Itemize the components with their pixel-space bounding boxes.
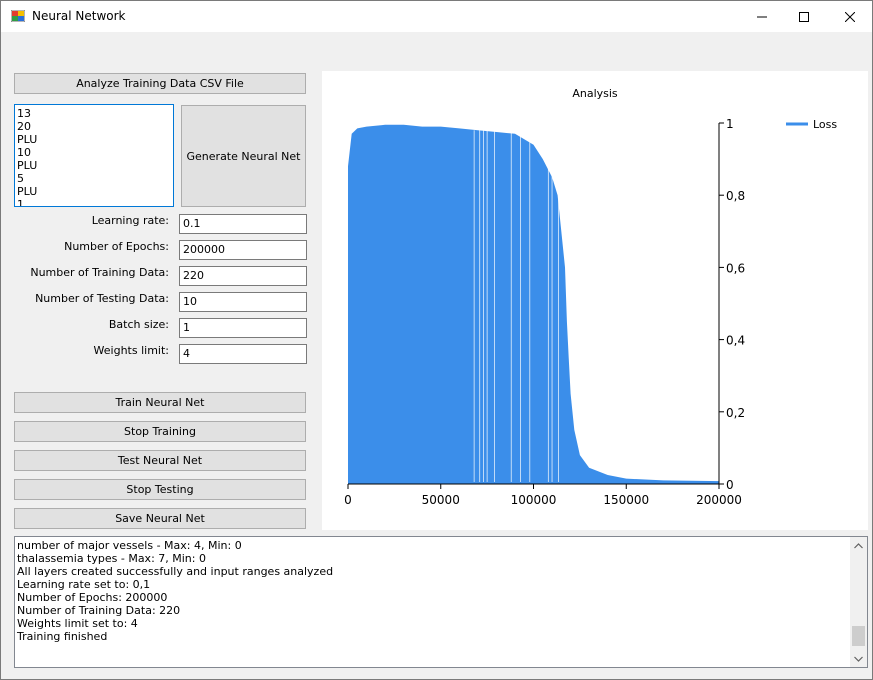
weights-limit-label: Weights limit: [93,344,169,357]
log-line: All layers created successfully and inpu… [17,565,334,578]
scroll-down-button[interactable] [850,650,867,667]
list-item[interactable]: 5 [17,172,171,185]
scroll-up-button[interactable] [850,537,867,554]
loss-series-area [348,124,719,485]
list-item[interactable]: PLU [17,159,171,172]
close-button[interactable] [827,1,872,32]
log-line: Weights limit set to: 4 [17,617,138,630]
y-tick-label: 0 [726,478,734,492]
list-item[interactable]: 1 [17,198,171,206]
log-line: Number of Training Data: 220 [17,604,181,617]
x-tick-label: 100000 [511,493,557,507]
chart-legend: Loss [786,118,837,131]
batch-size-field[interactable]: 1 [179,318,307,338]
close-icon [845,11,855,22]
y-tick-label: 0,6 [726,261,745,275]
stop-training-button[interactable]: Stop Training [14,421,306,442]
list-item[interactable]: PLU [17,185,171,198]
x-axis: 0 50000 100000 150000 200000 [344,483,742,507]
log-scrollbar[interactable] [850,537,867,667]
list-item[interactable]: 13 [17,107,171,120]
learning-rate-field[interactable]: 0.1 [179,214,307,234]
minimize-button[interactable] [739,1,785,32]
epochs-field[interactable]: 200000 [179,240,307,260]
minimize-icon [757,16,767,17]
legend-label-loss: Loss [813,118,837,131]
analysis-chart: Analysis 0 50000 100000 150000 200000 0 0,2 0,… [322,71,868,530]
save-neural-net-button[interactable]: Save Neural Net [14,508,306,529]
training-data-label: Number of Training Data: [30,266,169,279]
log-line: Training finished [17,630,108,643]
chevron-down-icon [854,656,863,662]
learning-rate-label: Learning rate: [91,214,169,227]
x-tick-label: 150000 [603,493,649,507]
main-window: Neural Network Analyze Training Data CSV… [0,0,873,680]
test-neural-net-button[interactable]: Test Neural Net [14,450,306,471]
maximize-icon [799,11,809,22]
chart-svg: Analysis 0 50000 100000 150000 200000 0 0,2 0,… [344,87,837,507]
y-tick-label: 0,2 [726,406,745,420]
testing-data-label: Number of Testing Data: [35,292,169,305]
x-tick-label: 0 [344,493,352,507]
scroll-thumb[interactable] [852,626,865,647]
y-axis: 0 0,2 0,4 0,6 0,8 1 [718,117,745,492]
stop-testing-button[interactable]: Stop Testing [14,479,306,500]
layer-listbox[interactable]: 13 20 PLU 10 PLU 5 PLU 1 [14,104,174,207]
window-title: Neural Network [32,9,126,23]
generate-neural-net-button[interactable]: Generate Neural Net [181,105,306,207]
y-tick-label: 0,8 [726,189,745,203]
x-tick-label: 50000 [422,493,460,507]
output-log[interactable]: number of major vessels - Max: 4, Min: 0… [14,536,868,668]
title-bar: Neural Network [1,1,872,32]
maximize-button[interactable] [781,1,827,32]
weights-limit-field[interactable]: 4 [179,344,307,364]
log-line: number of major vessels - Max: 4, Min: 0 [17,539,242,552]
list-item[interactable]: 20 [17,120,171,133]
log-line: Number of Epochs: 200000 [17,591,168,604]
log-lines: number of major vessels - Max: 4, Min: 0… [17,539,333,643]
training-data-field[interactable]: 220 [179,266,307,286]
analyze-csv-button[interactable]: Analyze Training Data CSV File [14,73,306,94]
x-tick-label: 200000 [696,493,742,507]
testing-data-field[interactable]: 10 [179,292,307,312]
list-item[interactable]: PLU [17,133,171,146]
log-line: Learning rate set to: 0,1 [17,578,151,591]
y-tick-label: 1 [726,117,734,131]
epochs-label: Number of Epochs: [64,240,169,253]
batch-size-label: Batch size: [108,318,169,331]
log-line: thalassemia types - Max: 7, Min: 0 [17,552,206,565]
train-neural-net-button[interactable]: Train Neural Net [14,392,306,413]
list-item[interactable]: 10 [17,146,171,159]
chevron-up-icon [854,542,863,548]
y-tick-label: 0,4 [726,334,745,348]
app-icon [10,9,26,23]
chart-title: Analysis [572,87,618,100]
